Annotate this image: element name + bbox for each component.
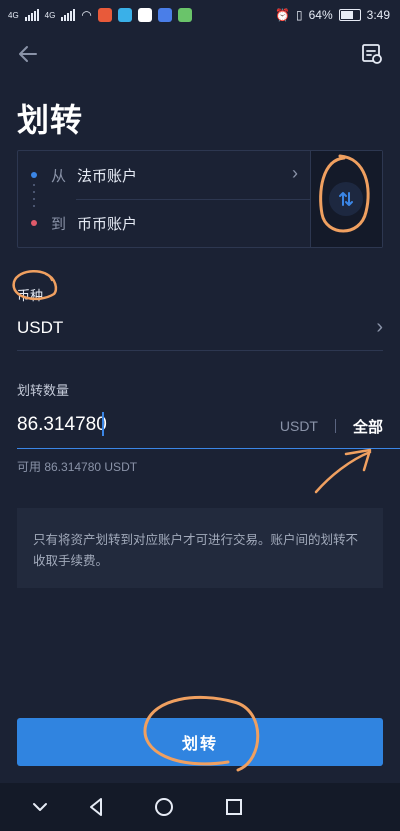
- app-icon-1: [97, 8, 112, 22]
- network-type-1: 4G: [8, 10, 19, 20]
- swap-arrows-icon: [339, 192, 353, 206]
- app-icon-3: [137, 8, 152, 22]
- from-dot: [31, 172, 37, 178]
- battery-icon: [338, 9, 361, 21]
- network-type-2: 4G: [44, 10, 56, 20]
- transfer-record-button[interactable]: [360, 42, 384, 66]
- page-title: 划转: [17, 102, 84, 138]
- transfer-record-icon: [362, 44, 382, 64]
- from-account-name: 法币账户: [77, 168, 138, 185]
- nav-back-button[interactable]: [84, 795, 108, 819]
- amount-unit: USDT: [279, 418, 318, 434]
- status-bar: 4G 4G ◠ ⏰ ▯ 64% 3:49: [0, 0, 400, 32]
- alarm-icon: ⏰: [275, 8, 290, 22]
- top-bar: [0, 32, 400, 80]
- to-account-row[interactable]: 到 币币账户: [18, 199, 312, 247]
- text-caret: [102, 412, 104, 436]
- vibrate-icon: ▯: [296, 8, 303, 22]
- nav-home-button[interactable]: [152, 795, 176, 819]
- amount-divider: [335, 419, 336, 433]
- square-recents-icon: [226, 799, 242, 815]
- amount-input-row: 86.314780 USDT 全部: [17, 404, 400, 449]
- battery-percent: 64%: [308, 8, 333, 22]
- wifi-icon: ◠: [81, 8, 92, 22]
- amount-label: 划转数量: [17, 383, 70, 398]
- arrow-left-icon: [19, 46, 37, 62]
- coin-selector[interactable]: USDT ›: [17, 306, 383, 351]
- signal-icon: [24, 9, 39, 21]
- circle-home-icon: [155, 798, 173, 816]
- app-icon-5: [177, 8, 192, 22]
- account-selector: 从 法币账户 › 到 币币账户: [17, 150, 383, 248]
- back-button[interactable]: [16, 42, 40, 66]
- transfer-notice: 只有将资产划转到对应账户才可进行交易。账户间的划转不收取手续费。: [17, 508, 383, 588]
- chevron-down-icon: [33, 803, 47, 811]
- transfer-submit-button[interactable]: 划转: [17, 718, 383, 766]
- to-dot: [31, 220, 37, 226]
- amount-input[interactable]: 86.314780: [17, 414, 107, 436]
- nav-recents-button[interactable]: [222, 795, 246, 819]
- to-label: 到: [51, 216, 67, 233]
- clock: 3:49: [366, 8, 390, 22]
- chevron-right-icon: ›: [376, 316, 383, 338]
- coin-value: USDT: [17, 318, 64, 337]
- app-icon-4: [157, 8, 172, 22]
- chevron-right-icon: ›: [292, 163, 298, 183]
- app-icon-2: [117, 8, 132, 22]
- coin-label: 币种: [17, 288, 44, 303]
- swap-button[interactable]: [329, 182, 363, 216]
- to-account-name: 币币账户: [77, 216, 138, 233]
- system-nav-bar: [0, 783, 400, 831]
- available-balance: 可用 86.314780 USDT: [17, 460, 138, 474]
- from-account-row[interactable]: 从 法币账户 ›: [18, 151, 312, 199]
- all-button[interactable]: 全部: [353, 416, 383, 437]
- signal-icon-2: [61, 9, 76, 21]
- swap-cell: [310, 151, 382, 247]
- triangle-back-icon: [90, 798, 102, 816]
- nav-collapse-button[interactable]: [28, 795, 52, 819]
- from-label: 从: [51, 168, 67, 185]
